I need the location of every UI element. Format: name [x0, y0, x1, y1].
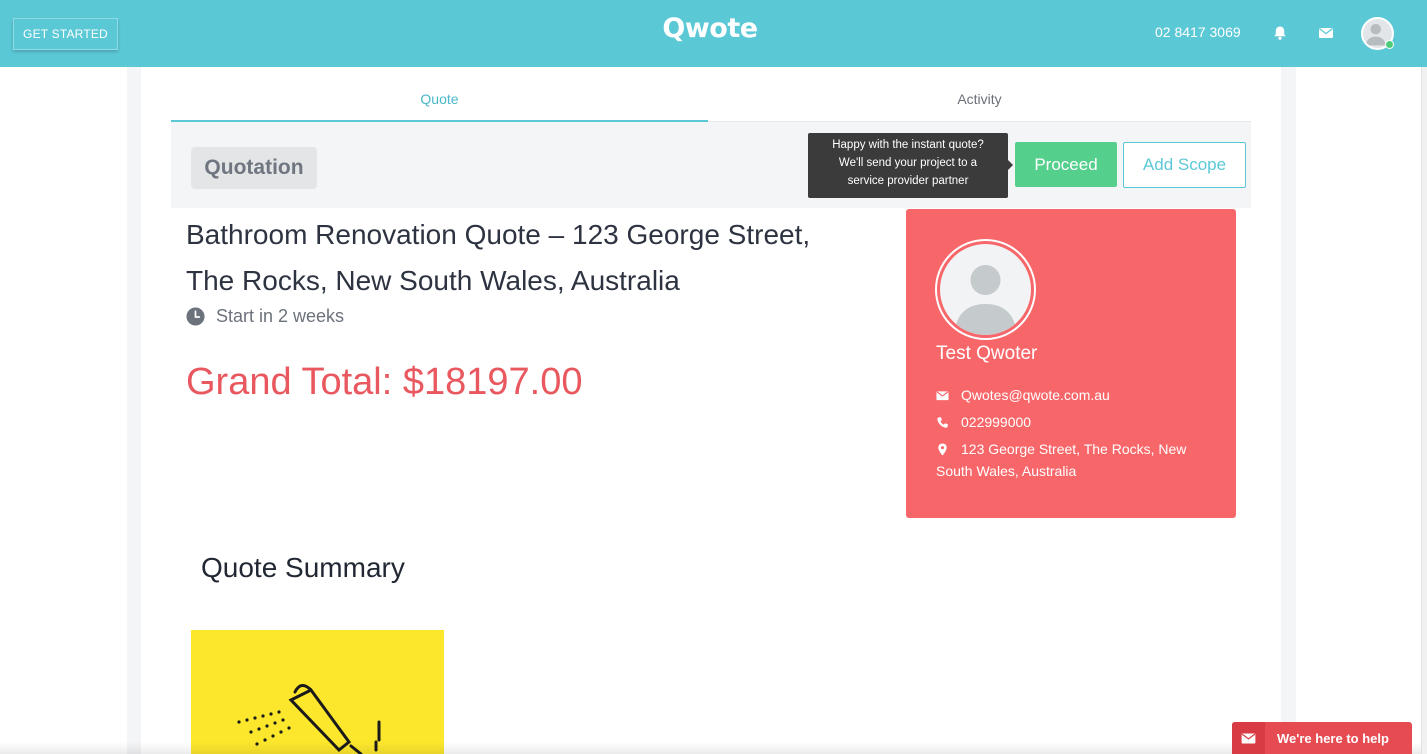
help-mail-icon-box: [1232, 722, 1265, 754]
bottom-shadow: [0, 742, 1421, 754]
contact-name: Test Qwoter: [936, 343, 1038, 364]
contact-phone-row[interactable]: 022999000: [936, 411, 1206, 433]
contact-email-row[interactable]: Qwotes@qwote.com.au: [936, 384, 1206, 406]
map-pin-icon: [938, 443, 947, 456]
quote-card: Quote Activity Quotation Happy with the …: [141, 67, 1281, 754]
add-scope-button[interactable]: Add Scope: [1123, 142, 1246, 188]
help-widget-label[interactable]: We're here to help: [1277, 731, 1389, 746]
contact-email[interactable]: Qwotes@qwote.com.au: [961, 387, 1110, 403]
start-timing: Start in 2 weeks: [186, 306, 344, 327]
shower-icon: [237, 684, 381, 754]
contact-phone[interactable]: 022999000: [961, 414, 1031, 430]
grand-total: Grand Total: $18197.00: [186, 361, 583, 403]
quote-title-line: The Rocks, New South Wales, Australia: [186, 265, 680, 296]
get-started-button[interactable]: GET STARTED: [13, 18, 118, 50]
quote-summary-heading: Quote Summary: [201, 552, 405, 583]
provider-contact-card: Test Qwoter Qwotes@qwote.com.au 02299900…: [906, 209, 1236, 518]
qwote-logo[interactable]: Qwote: [660, 12, 760, 46]
proceed-tooltip: Happy with the instant quote? We'll send…: [808, 133, 1013, 198]
page-scrollbar[interactable]: [1421, 67, 1427, 754]
clock-icon: [186, 307, 205, 326]
left-gutter: [0, 67, 127, 754]
quote-title: Bathroom Renovation Quote – 123 George S…: [186, 212, 876, 304]
contact-address-row: 123 George Street, The Rocks, New South …: [936, 438, 1206, 482]
contact-address-line: South Wales, Australia: [936, 463, 1077, 479]
tooltip-line: Happy with the instant quote?: [832, 139, 984, 151]
mail-icon[interactable]: [1318, 26, 1334, 40]
user-silhouette-icon: [954, 265, 1017, 335]
tooltip-line: service provider partner: [847, 175, 969, 187]
quote-action-bar: Quotation Happy with the instant quote? …: [171, 122, 1251, 208]
contact-avatar: [935, 239, 1036, 340]
tab-quote[interactable]: Quote: [171, 91, 708, 107]
tooltip-line: We'll send your project to a: [838, 157, 978, 169]
quotation-badge: Quotation: [191, 147, 317, 189]
tab-activity[interactable]: Activity: [708, 91, 1251, 107]
help-chat-widget[interactable]: We're here to help: [1232, 722, 1412, 754]
header-phone-number[interactable]: 02 8417 3069: [1155, 24, 1241, 40]
top-navbar: GET STARTED Qwote 02 8417 3069: [0, 0, 1427, 67]
shower-category-image[interactable]: [191, 630, 444, 754]
bell-icon[interactable]: [1272, 25, 1288, 41]
mail-icon: [1241, 732, 1256, 744]
phone-icon: [937, 417, 948, 428]
proceed-button[interactable]: Proceed: [1015, 142, 1117, 187]
envelope-icon: [936, 391, 949, 401]
quote-title-line: Bathroom Renovation Quote – 123 George S…: [186, 219, 811, 250]
right-gutter: [1296, 67, 1421, 754]
contact-address-line: 123 George Street, The Rocks, New: [961, 441, 1187, 457]
start-timing-text: Start in 2 weeks: [216, 306, 345, 326]
online-status-dot: [1385, 40, 1394, 49]
